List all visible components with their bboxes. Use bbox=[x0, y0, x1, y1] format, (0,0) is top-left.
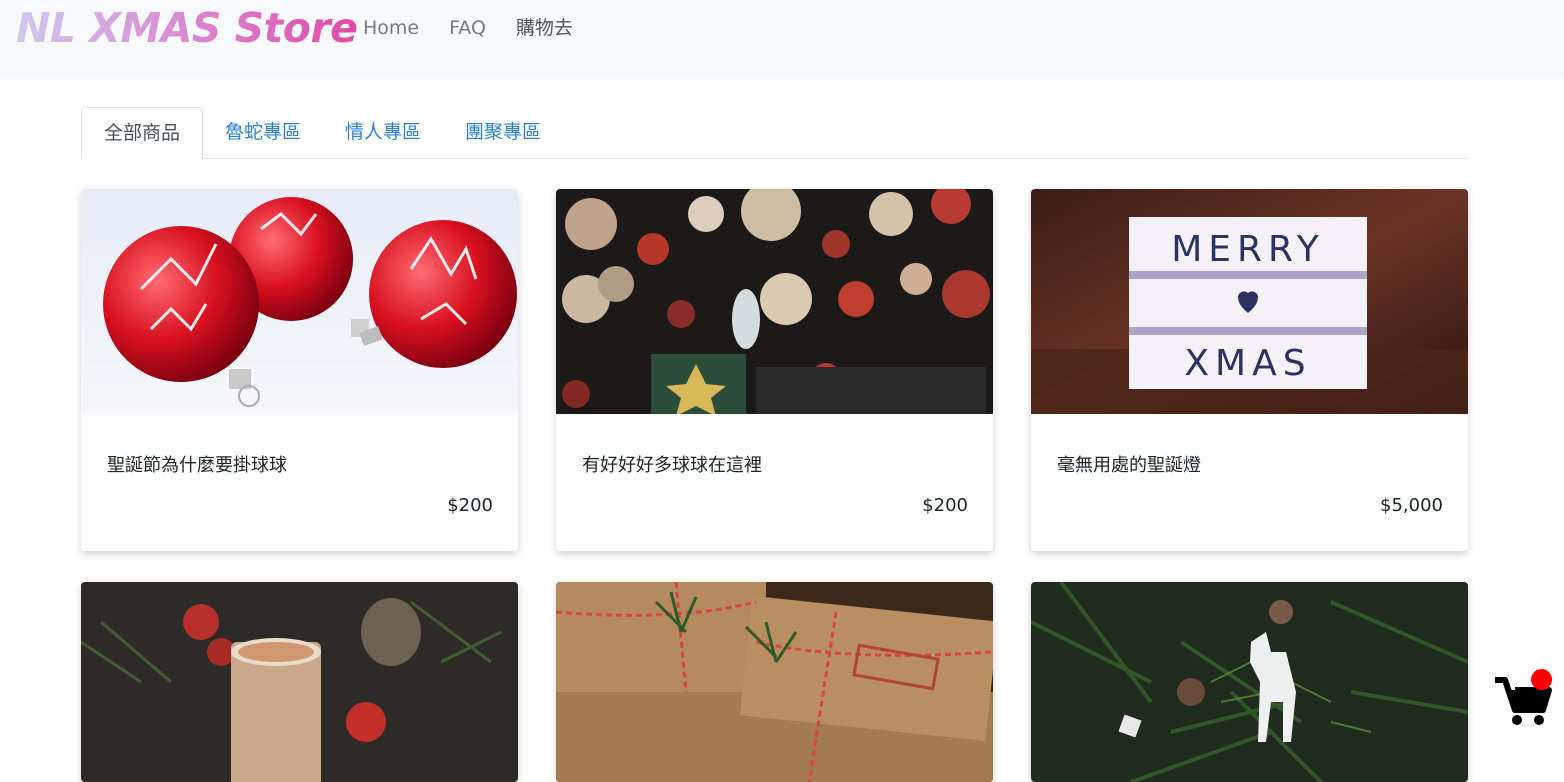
product-card[interactable] bbox=[556, 582, 993, 782]
product-title[interactable]: 聖誕節為什麼要掛球球 bbox=[107, 451, 287, 477]
cart-badge bbox=[1531, 669, 1552, 690]
nav-faq[interactable]: FAQ bbox=[449, 16, 486, 40]
tab-all-products[interactable]: 全部商品 bbox=[81, 107, 204, 160]
product-card[interactable] bbox=[81, 582, 518, 782]
product-title[interactable]: 有好好好多球球在這裡 bbox=[582, 451, 762, 477]
nav-links: Home FAQ 購物去 bbox=[363, 16, 603, 40]
product-title[interactable]: 毫無用處的聖誕燈 bbox=[1057, 451, 1201, 477]
nav-home[interactable]: Home bbox=[363, 16, 419, 40]
nav-shop[interactable]: 購物去 bbox=[516, 16, 573, 40]
product-image-red-ornaments[interactable] bbox=[81, 189, 518, 414]
product-card[interactable]: MERRY XMAS 毫無用處的聖誕燈 $5,000 bbox=[1031, 189, 1468, 551]
tab-lover-zone[interactable]: 情人專區 bbox=[323, 107, 443, 159]
product-card[interactable] bbox=[1031, 582, 1468, 782]
tab-reunion-zone[interactable]: 團聚專區 bbox=[443, 107, 563, 159]
product-card[interactable]: 有好好好多球球在這裡 $200 bbox=[556, 189, 993, 551]
product-card[interactable]: 聖誕節為什麼要掛球球 $200 bbox=[81, 189, 518, 551]
tab-loser-zone[interactable]: 魯蛇專區 bbox=[203, 107, 323, 159]
lightbox-line-1: MERRY bbox=[1171, 229, 1325, 270]
product-image-reindeer-ornament[interactable] bbox=[1031, 582, 1468, 782]
lightbox-line-3: XMAS bbox=[1184, 343, 1311, 384]
navbar: NL XMAS Store Home FAQ 購物去 bbox=[0, 0, 1564, 77]
product-price: $200 bbox=[922, 495, 968, 516]
product-image-baubles-market[interactable] bbox=[556, 189, 993, 414]
product-image-gift-boxes[interactable] bbox=[556, 582, 993, 782]
product-image-latte[interactable] bbox=[81, 582, 518, 782]
brand-logo[interactable]: NL XMAS Store bbox=[16, 2, 358, 54]
product-price: $200 bbox=[447, 495, 493, 516]
product-price: $5,000 bbox=[1380, 495, 1443, 516]
product-image-lightbox[interactable]: MERRY XMAS bbox=[1031, 189, 1468, 414]
category-tabs: 全部商品 魯蛇專區 情人專區 團聚專區 bbox=[81, 107, 1468, 160]
